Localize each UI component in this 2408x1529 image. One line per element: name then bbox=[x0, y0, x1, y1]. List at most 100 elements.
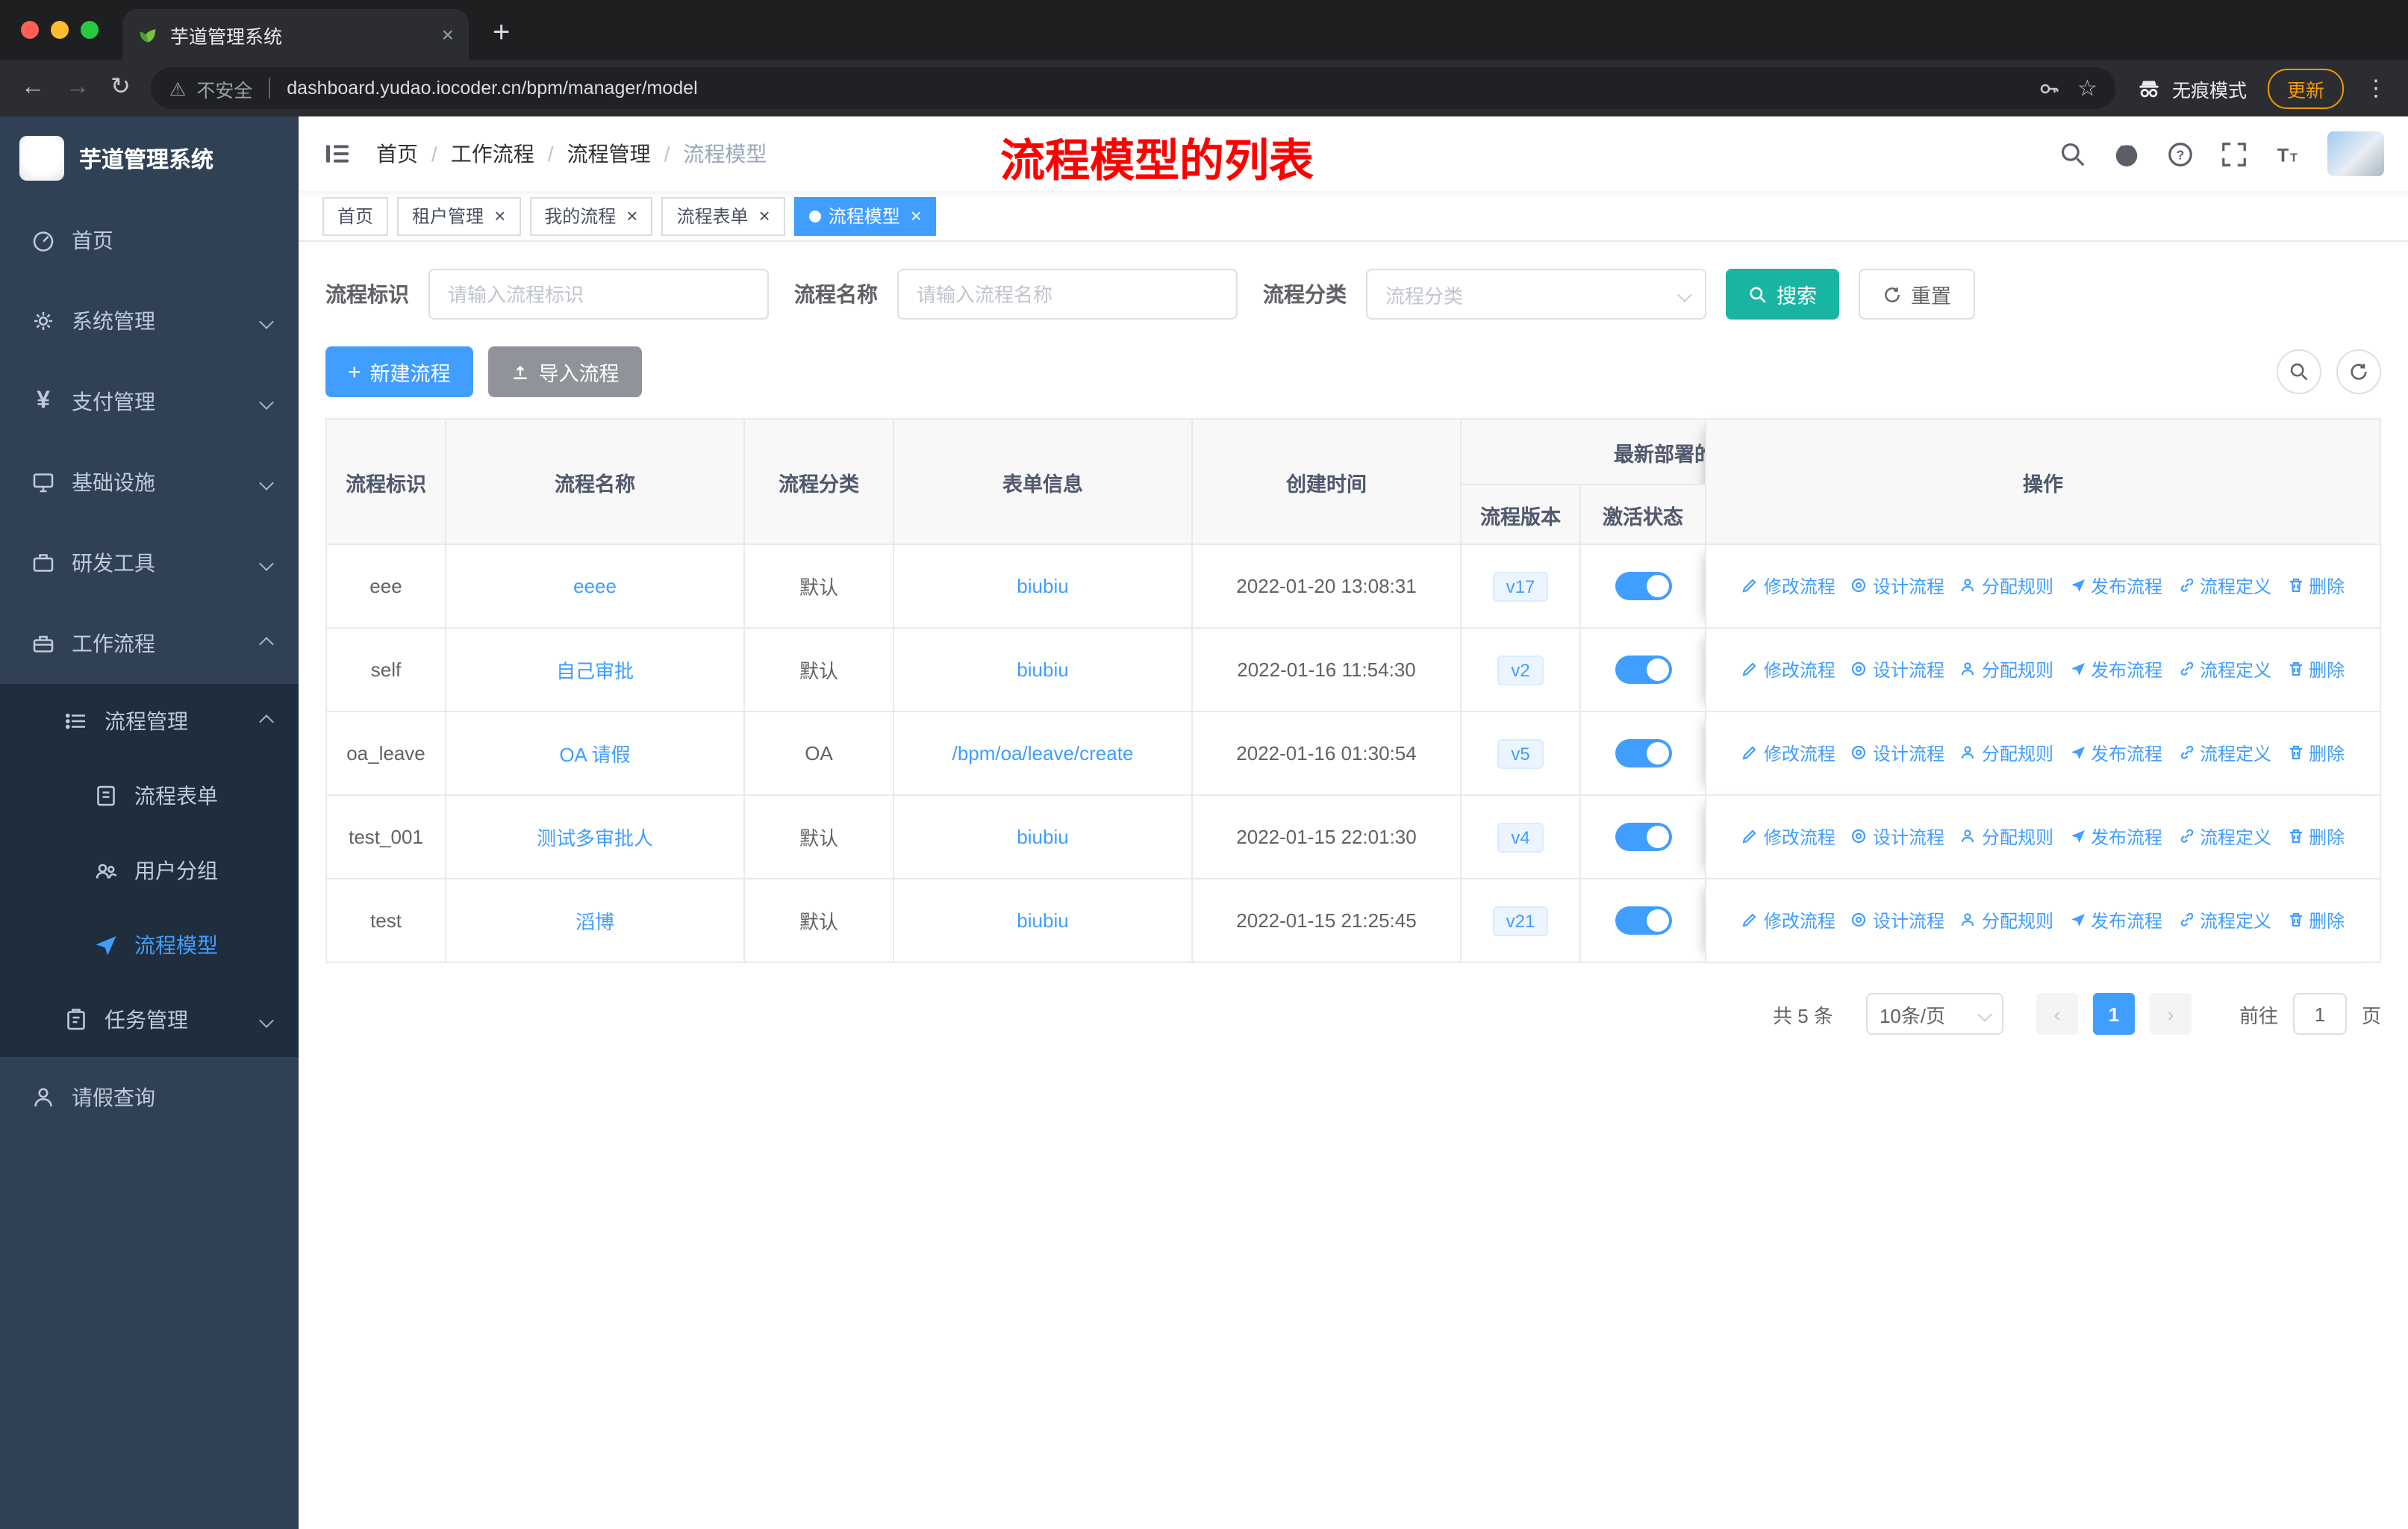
help-icon[interactable]: ? bbox=[2166, 140, 2195, 168]
security-label[interactable]: 不安全 bbox=[196, 74, 252, 102]
browser-menu-icon[interactable]: ⋮ bbox=[2365, 75, 2387, 102]
sidebar-item-system-management[interactable]: 系统管理 bbox=[0, 281, 299, 361]
delete-process-link[interactable]: 删除 bbox=[2286, 741, 2345, 766]
form-info-link[interactable]: biubiu bbox=[1017, 575, 1068, 597]
sidebar-item-process-management[interactable]: 流程管理 bbox=[0, 684, 299, 759]
edit-process-link[interactable]: 修改流程 bbox=[1741, 908, 1835, 933]
next-page-button[interactable]: › bbox=[2149, 993, 2192, 1035]
minimize-window-button[interactable] bbox=[51, 21, 69, 39]
sidebar-item-dev-tools[interactable]: 研发工具 bbox=[0, 523, 299, 603]
password-key-icon[interactable] bbox=[2037, 77, 2059, 99]
sidebar-item-infrastructure[interactable]: 基础设施 bbox=[0, 442, 299, 523]
publish-process-link[interactable]: 发布流程 bbox=[2068, 824, 2162, 850]
breadcrumb-workflow[interactable]: 工作流程 bbox=[451, 139, 534, 169]
tag-close-icon[interactable]: × bbox=[911, 206, 922, 225]
process-name-link[interactable]: 测试多审批人 bbox=[537, 827, 653, 850]
design-process-link[interactable]: 设计流程 bbox=[1850, 908, 1944, 933]
create-process-button[interactable]: + 新建流程 bbox=[325, 346, 473, 397]
active-toggle[interactable] bbox=[1615, 739, 1671, 767]
active-toggle[interactable] bbox=[1615, 823, 1671, 851]
sidebar-item-payment-management[interactable]: ¥ 支付管理 bbox=[0, 361, 299, 442]
form-info-link[interactable]: /bpm/oa/leave/create bbox=[952, 742, 1134, 764]
process-name-link[interactable]: 自己审批 bbox=[556, 660, 634, 682]
assign-rules-link[interactable]: 分配规则 bbox=[1959, 657, 2053, 682]
browser-tab[interactable]: 芋道管理系统 × bbox=[122, 9, 469, 60]
publish-process-link[interactable]: 发布流程 bbox=[2068, 573, 2162, 599]
breadcrumb-process-management[interactable]: 流程管理 bbox=[567, 139, 651, 169]
sidebar-item-user-group[interactable]: 用户分组 bbox=[0, 833, 299, 908]
close-window-button[interactable] bbox=[21, 21, 39, 39]
process-definition-link[interactable]: 流程定义 bbox=[2177, 824, 2271, 850]
address-bar[interactable]: ⚠ 不安全 dashboard.yudao.iocoder.cn/bpm/man… bbox=[151, 67, 2115, 109]
process-category-select[interactable]: 流程分类 bbox=[1366, 269, 1706, 320]
edit-process-link[interactable]: 修改流程 bbox=[1741, 741, 1835, 766]
tag-process-form[interactable]: 流程表单 × bbox=[661, 196, 785, 235]
prev-page-button[interactable]: ‹ bbox=[2036, 993, 2078, 1035]
sidebar-item-workflow[interactable]: 工作流程 bbox=[0, 603, 299, 684]
delete-process-link[interactable]: 删除 bbox=[2286, 573, 2345, 599]
edit-process-link[interactable]: 修改流程 bbox=[1741, 657, 1835, 682]
assign-rules-link[interactable]: 分配规则 bbox=[1959, 741, 2053, 766]
reset-button[interactable]: 重置 bbox=[1859, 269, 1975, 320]
page-number-button[interactable]: 1 bbox=[2092, 993, 2135, 1035]
delete-process-link[interactable]: 删除 bbox=[2286, 824, 2345, 850]
tag-home[interactable]: 首页 bbox=[322, 196, 389, 235]
process-definition-link[interactable]: 流程定义 bbox=[2177, 657, 2271, 682]
search-icon[interactable] bbox=[2059, 140, 2087, 168]
sidebar-item-task-management[interactable]: 任务管理 bbox=[0, 983, 299, 1057]
refresh-table-button[interactable] bbox=[2336, 349, 2381, 394]
new-tab-button[interactable]: + bbox=[493, 18, 510, 48]
edit-process-link[interactable]: 修改流程 bbox=[1741, 824, 1835, 850]
tab-close-icon[interactable]: × bbox=[442, 22, 454, 46]
fullscreen-icon[interactable] bbox=[2220, 140, 2248, 168]
sidebar-item-process-form[interactable]: 流程表单 bbox=[0, 759, 299, 833]
breadcrumb-home[interactable]: 首页 bbox=[376, 139, 418, 169]
process-id-input[interactable] bbox=[428, 269, 769, 320]
design-process-link[interactable]: 设计流程 bbox=[1850, 657, 1944, 682]
design-process-link[interactable]: 设计流程 bbox=[1850, 573, 1944, 599]
form-info-link[interactable]: biubiu bbox=[1017, 909, 1068, 932]
sidebar-item-process-model[interactable]: 流程模型 bbox=[0, 908, 299, 983]
forward-button[interactable]: → bbox=[66, 75, 90, 100]
publish-process-link[interactable]: 发布流程 bbox=[2068, 908, 2162, 933]
sidebar-item-leave-query[interactable]: 请假查询 bbox=[0, 1057, 299, 1138]
reload-button[interactable]: ↻ bbox=[110, 75, 131, 100]
browser-update-button[interactable]: 更新 bbox=[2267, 68, 2344, 108]
font-size-icon[interactable]: TT bbox=[2274, 140, 2302, 168]
tag-close-icon[interactable]: × bbox=[759, 206, 770, 225]
back-button[interactable]: ← bbox=[21, 75, 45, 100]
tag-close-icon[interactable]: × bbox=[626, 206, 637, 225]
process-definition-link[interactable]: 流程定义 bbox=[2177, 741, 2271, 766]
process-name-link[interactable]: OA 请假 bbox=[559, 744, 630, 766]
process-name-link[interactable]: eeee bbox=[573, 575, 617, 597]
active-toggle[interactable] bbox=[1615, 655, 1671, 684]
import-process-button[interactable]: 导入流程 bbox=[487, 346, 642, 397]
page-size-select[interactable]: 10条/页 bbox=[1865, 993, 2003, 1035]
tag-my-process[interactable]: 我的流程 × bbox=[529, 196, 653, 235]
form-info-link[interactable]: biubiu bbox=[1017, 826, 1068, 848]
process-definition-link[interactable]: 流程定义 bbox=[2177, 908, 2271, 933]
process-name-input[interactable] bbox=[897, 269, 1238, 320]
assign-rules-link[interactable]: 分配规则 bbox=[1959, 573, 2053, 599]
assign-rules-link[interactable]: 分配规则 bbox=[1959, 908, 2053, 933]
goto-page-input[interactable] bbox=[2292, 993, 2347, 1035]
maximize-window-button[interactable] bbox=[81, 21, 99, 39]
github-icon[interactable] bbox=[2112, 140, 2141, 168]
design-process-link[interactable]: 设计流程 bbox=[1850, 741, 1944, 766]
bookmark-star-icon[interactable]: ☆ bbox=[2077, 75, 2097, 102]
delete-process-link[interactable]: 删除 bbox=[2286, 908, 2345, 933]
process-name-link[interactable]: 滔博 bbox=[576, 911, 614, 933]
publish-process-link[interactable]: 发布流程 bbox=[2068, 657, 2162, 682]
sidebar-item-home[interactable]: 首页 bbox=[0, 200, 299, 281]
toggle-search-button[interactable] bbox=[2277, 349, 2321, 394]
active-toggle[interactable] bbox=[1615, 906, 1671, 935]
tag-close-icon[interactable]: × bbox=[494, 206, 505, 225]
search-button[interactable]: 搜索 bbox=[1726, 269, 1839, 320]
sidebar-toggle-button[interactable] bbox=[322, 139, 352, 169]
user-avatar[interactable] bbox=[2327, 131, 2384, 176]
delete-process-link[interactable]: 删除 bbox=[2286, 657, 2345, 682]
process-definition-link[interactable]: 流程定义 bbox=[2177, 573, 2271, 599]
publish-process-link[interactable]: 发布流程 bbox=[2068, 741, 2162, 766]
design-process-link[interactable]: 设计流程 bbox=[1850, 824, 1944, 850]
edit-process-link[interactable]: 修改流程 bbox=[1741, 573, 1835, 599]
